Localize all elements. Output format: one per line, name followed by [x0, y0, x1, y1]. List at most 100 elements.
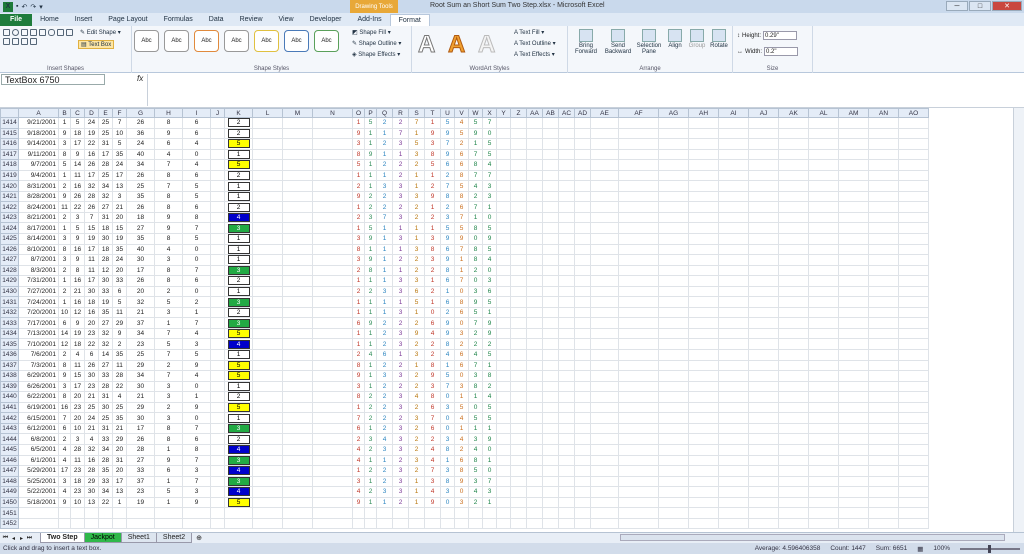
digit-cell[interactable]: 6	[424, 422, 441, 435]
empty-cell[interactable]	[542, 211, 559, 224]
number-cell[interactable]: 35	[126, 233, 155, 245]
empty-cell[interactable]	[542, 169, 559, 182]
digit-cell[interactable]: 3	[376, 486, 393, 498]
empty-cell[interactable]	[252, 517, 283, 530]
digit-cell[interactable]: 1	[392, 243, 409, 256]
empty-cell[interactable]	[808, 201, 839, 213]
empty-cell[interactable]	[808, 401, 839, 414]
empty-cell[interactable]	[808, 486, 839, 498]
empty-cell[interactable]	[688, 211, 719, 224]
empty-cell[interactable]	[718, 275, 749, 287]
empty-cell[interactable]	[210, 138, 225, 150]
empty-cell[interactable]	[590, 138, 619, 150]
digit-cell[interactable]: 3	[408, 275, 425, 287]
empty-cell[interactable]	[778, 211, 809, 224]
connector-shape-icon[interactable]	[57, 29, 64, 36]
star-shape-icon[interactable]	[3, 38, 10, 45]
number-cell[interactable]: 27	[126, 454, 155, 467]
digit-cell[interactable]: 2	[408, 201, 425, 213]
empty-cell[interactable]	[748, 465, 779, 477]
digit-cell[interactable]: 2	[468, 496, 483, 509]
digit-cell[interactable]: 7	[454, 211, 469, 224]
empty-cell[interactable]	[526, 465, 543, 477]
number-cell[interactable]	[182, 517, 211, 530]
name-box[interactable]: TextBox 6750	[1, 74, 105, 85]
empty-cell[interactable]	[590, 465, 619, 477]
digit-cell[interactable]: 7	[468, 359, 483, 372]
empty-cell[interactable]	[252, 454, 283, 467]
number-cell[interactable]: 10	[112, 127, 127, 140]
empty-cell[interactable]	[658, 127, 689, 140]
digit-cell[interactable]: 7	[468, 148, 483, 161]
empty-cell[interactable]	[718, 454, 749, 467]
empty-cell[interactable]	[868, 507, 899, 519]
digit-cell[interactable]: 6	[454, 306, 469, 319]
empty-cell[interactable]	[688, 138, 719, 150]
empty-cell[interactable]	[748, 275, 779, 287]
digit-cell[interactable]: 3	[392, 422, 409, 435]
number-cell[interactable]: 33	[126, 465, 155, 477]
row-header[interactable]: 1421	[0, 190, 19, 203]
number-cell[interactable]: 16	[70, 243, 85, 256]
digit-cell[interactable]: 2	[376, 412, 393, 424]
number-cell[interactable]: 30	[126, 254, 155, 266]
empty-cell[interactable]	[868, 401, 899, 414]
digit-cell[interactable]: 2	[424, 338, 441, 351]
empty-cell[interactable]	[618, 433, 659, 445]
digit-cell[interactable]: 1	[468, 422, 483, 435]
number-cell[interactable]: 30	[126, 380, 155, 393]
empty-cell[interactable]	[210, 233, 225, 245]
digit-cell[interactable]: 2	[424, 180, 441, 192]
digit-cell[interactable]: 3	[392, 211, 409, 224]
empty-cell[interactable]	[510, 391, 527, 403]
empty-cell[interactable]	[658, 475, 689, 488]
digit-cell[interactable]: 2	[364, 190, 377, 203]
empty-cell[interactable]	[210, 454, 225, 467]
digit-cell[interactable]: 7	[392, 127, 409, 140]
empty-cell[interactable]	[574, 517, 591, 530]
empty-cell[interactable]	[748, 138, 779, 150]
digit-cell[interactable]: 7	[424, 412, 441, 424]
number-cell[interactable]: 21	[126, 391, 155, 403]
empty-cell[interactable]	[210, 159, 225, 171]
empty-cell[interactable]	[542, 338, 559, 351]
empty-cell[interactable]	[778, 254, 809, 266]
number-cell[interactable]	[182, 507, 211, 519]
number-cell[interactable]: 9	[154, 454, 183, 467]
root-sum-cell[interactable]: 3	[224, 222, 253, 234]
number-cell[interactable]: 28	[98, 380, 113, 393]
number-cell[interactable]: 18	[70, 338, 85, 351]
empty-cell[interactable]	[558, 254, 575, 266]
root-sum-cell[interactable]: 3	[224, 296, 253, 308]
empty-cell[interactable]	[838, 222, 869, 234]
empty-cell[interactable]	[510, 486, 527, 498]
root-sum-cell[interactable]: 5	[224, 327, 253, 340]
empty-cell[interactable]	[496, 159, 511, 171]
empty-cell[interactable]	[210, 296, 225, 308]
digit-cell[interactable]: 8	[468, 243, 483, 256]
empty-cell[interactable]	[688, 517, 719, 530]
empty-cell[interactable]	[526, 190, 543, 203]
empty-cell[interactable]	[778, 296, 809, 308]
number-cell[interactable]: 2	[58, 211, 71, 224]
empty-cell[interactable]	[898, 380, 929, 393]
rectangle-shape-icon[interactable]	[3, 29, 10, 36]
empty-cell[interactable]	[618, 412, 659, 424]
empty-cell[interactable]	[590, 454, 619, 467]
digit-cell[interactable]: 9	[482, 317, 497, 329]
number-cell[interactable]: 16	[70, 180, 85, 192]
wordart-style-1[interactable]: A	[417, 31, 435, 59]
number-cell[interactable]: 30	[98, 401, 113, 414]
digit-cell[interactable]: 7	[440, 138, 455, 150]
empty-cell[interactable]	[808, 327, 839, 340]
digit-cell[interactable]: 5	[482, 349, 497, 361]
empty-cell[interactable]	[808, 190, 839, 203]
number-cell[interactable]: 30	[98, 275, 113, 287]
number-cell[interactable]: 11	[70, 359, 85, 372]
empty-cell[interactable]	[838, 296, 869, 308]
number-cell[interactable]: 4	[182, 370, 211, 382]
empty-cell[interactable]	[542, 233, 559, 245]
digit-cell[interactable]: 5	[454, 180, 469, 192]
number-cell[interactable]: 21	[84, 391, 99, 403]
number-cell[interactable]: 33	[98, 433, 113, 445]
